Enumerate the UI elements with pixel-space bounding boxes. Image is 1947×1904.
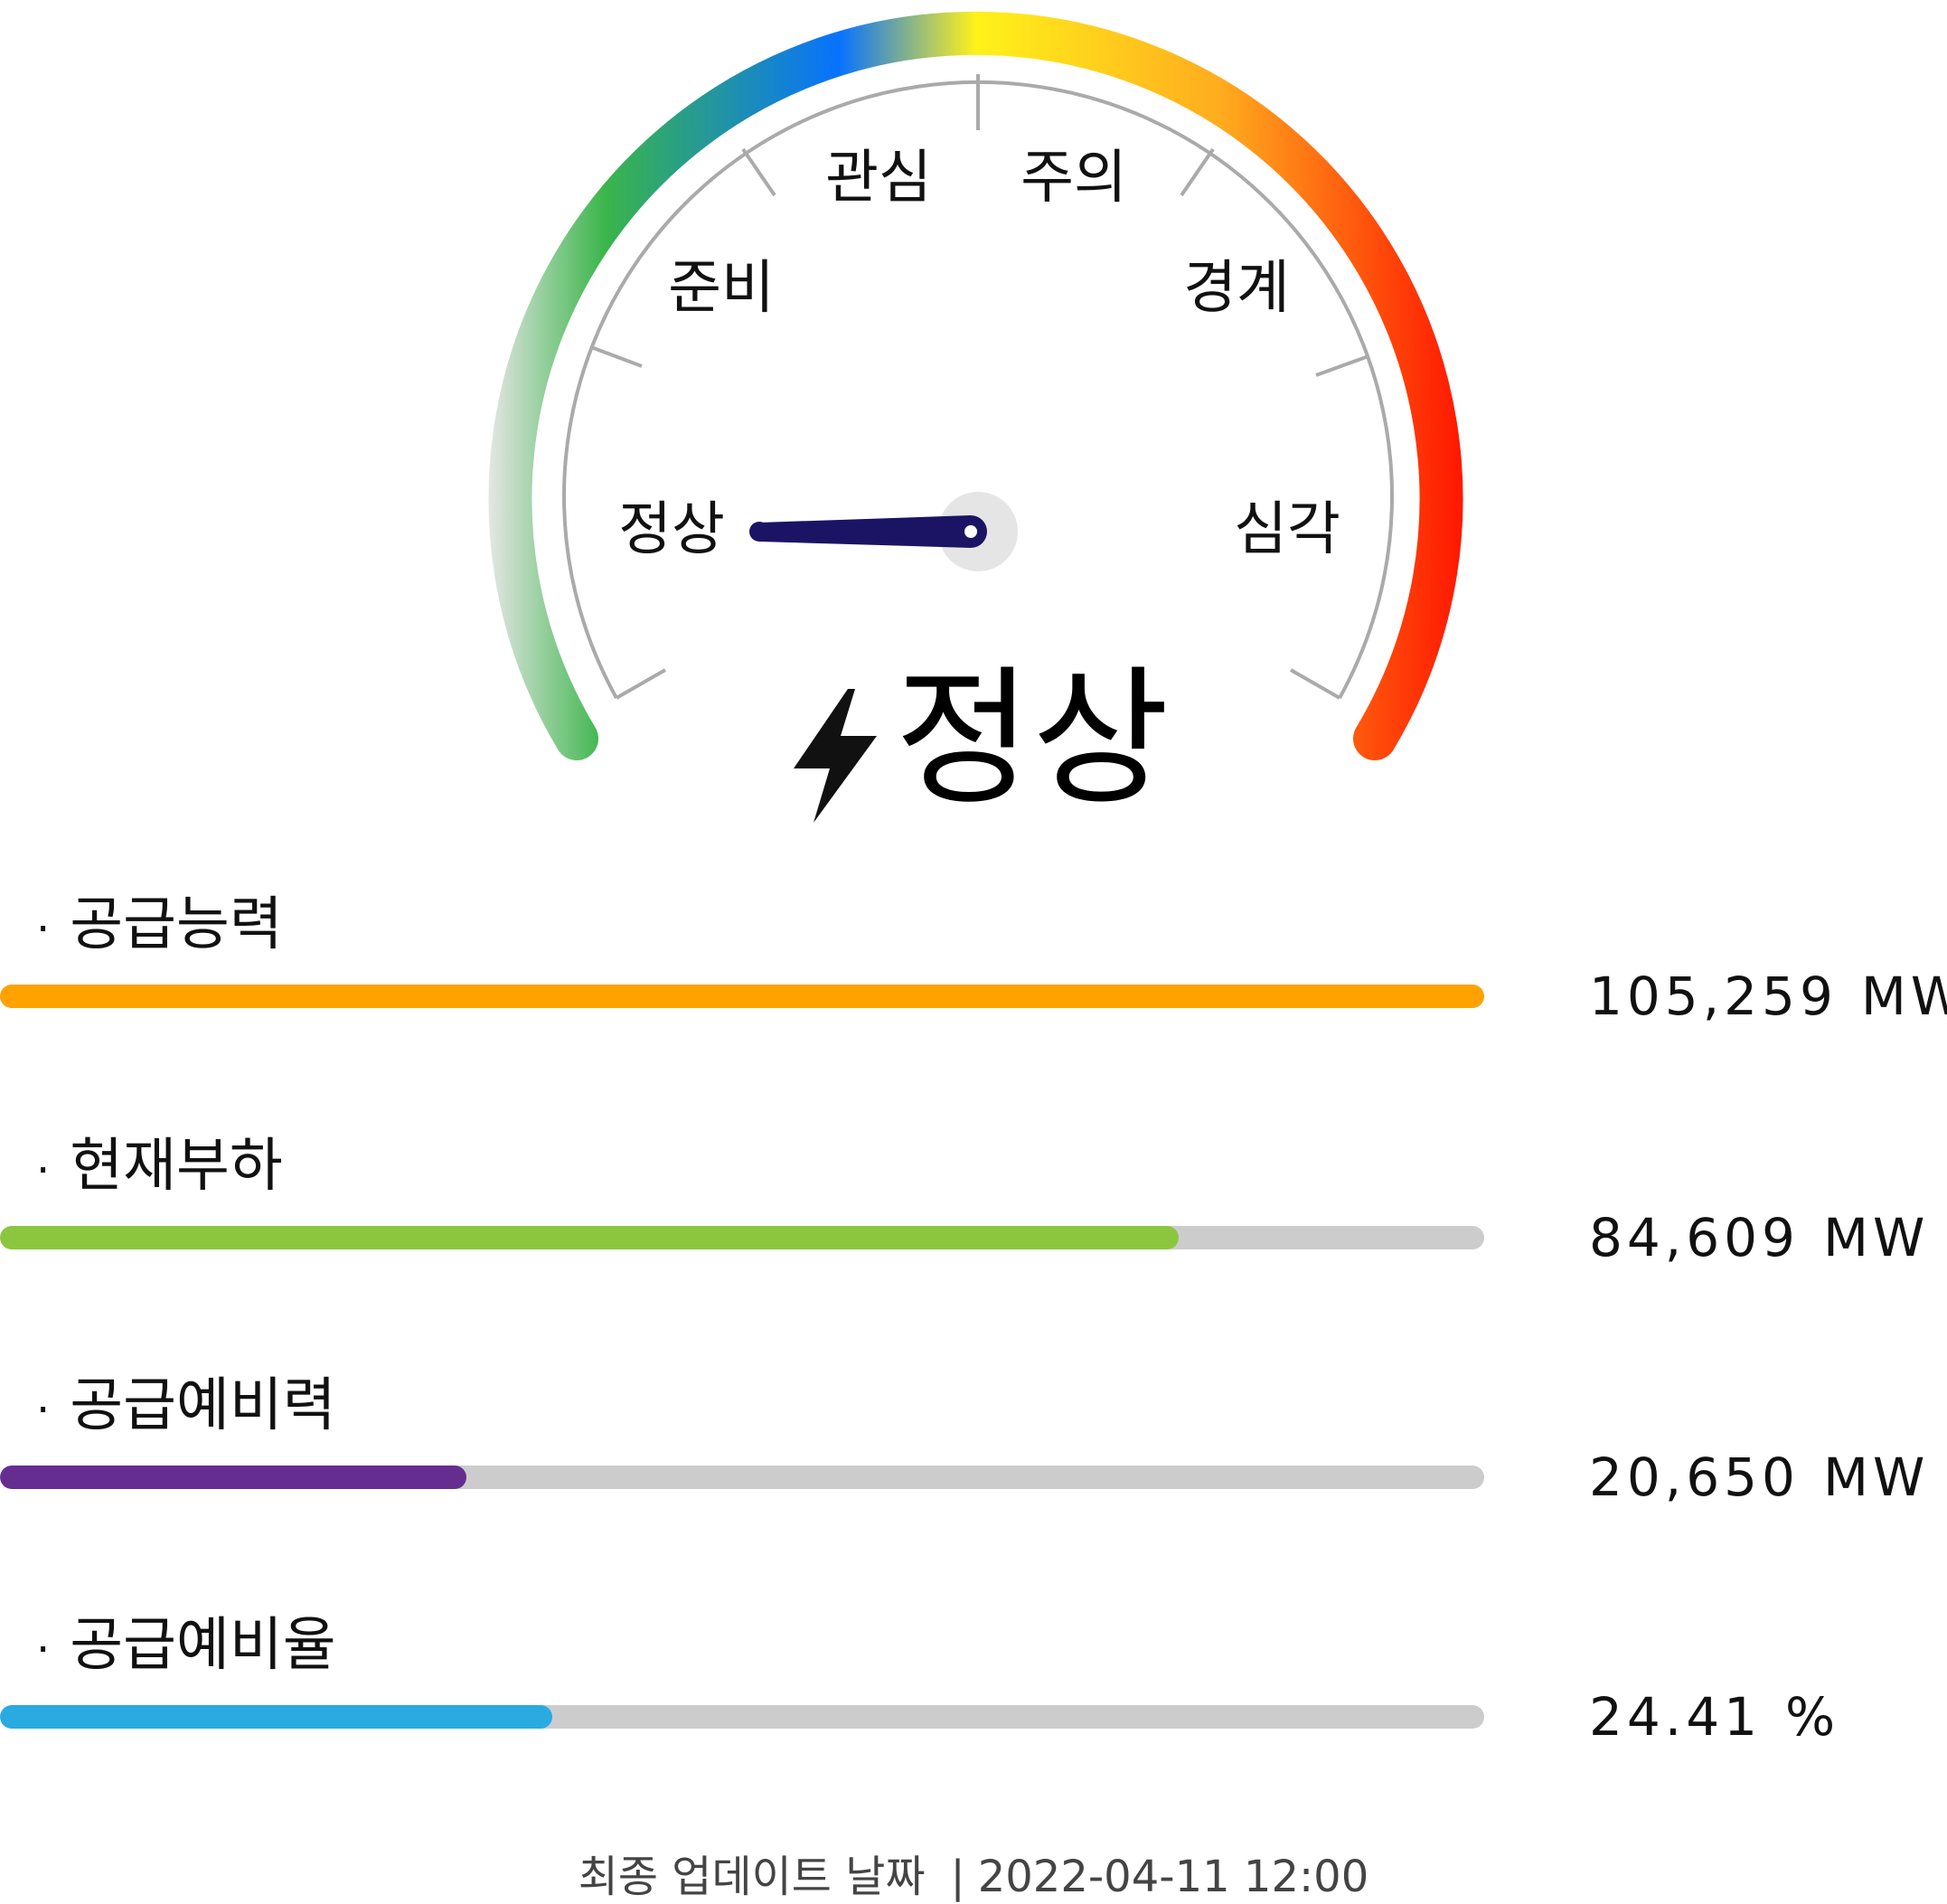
metric-supply-capacity: · 공급능력 105,259 MW (0, 884, 1947, 1083)
gauge-tick (616, 668, 666, 700)
metric-value: 84,609 MW (1589, 1202, 1929, 1274)
bullet-dot: · (36, 1385, 51, 1436)
metric-reserve-rate: · 공급예비율 24.41% (0, 1605, 1947, 1804)
lightning-bolt-icon (794, 689, 877, 823)
metric-unit: % (1785, 1686, 1840, 1748)
metric-label: · 공급예비력 (36, 1365, 336, 1447)
progress-bar-track (0, 1705, 1484, 1729)
bullet-dot: · (36, 1625, 51, 1675)
metric-current-load: · 현재부하 84,609 MW (0, 1126, 1947, 1324)
gauge-needle-tip (749, 522, 769, 542)
progress-bar-track (0, 1226, 1484, 1249)
gauge-tick (1180, 147, 1215, 197)
progress-bar-fill (0, 1705, 552, 1729)
metric-label-text: 공급능력 (70, 891, 283, 958)
gauge-label-normal: 정상 (618, 496, 725, 563)
progress-bar-fill (0, 985, 1484, 1008)
metric-supply-reserve: · 공급예비력 20,650 MW (0, 1365, 1947, 1564)
last-updated-datetime: 2022-04-11 12:00 (977, 1852, 1369, 1902)
metric-number: 84,609 (1589, 1207, 1800, 1268)
gauge-label-alert: 경계 (1183, 255, 1290, 322)
metric-unit: MW (1822, 1447, 1930, 1508)
metric-label-text: 현재부하 (70, 1133, 283, 1200)
bullet-dot: · (36, 1145, 51, 1196)
gauge-color-arc (488, 11, 1463, 760)
gauge-needle (759, 515, 971, 548)
metric-label: · 공급예비율 (36, 1605, 336, 1686)
gauge-needle-pin (964, 525, 977, 538)
metric-label-text: 공급예비력 (70, 1372, 336, 1439)
footer-separator: | (950, 1852, 965, 1902)
gauge-inner-arc (562, 80, 1394, 699)
progress-bar-fill (0, 1226, 1179, 1249)
gauge-tick (1315, 354, 1369, 377)
gauge-label-caution: 주의 (1021, 145, 1127, 212)
metric-value: 105,259 MW (1589, 960, 1947, 1032)
gauge-label-prepare: 준비 (668, 255, 775, 322)
metric-number: 105,259 (1589, 966, 1838, 1027)
metric-unit: MW (1860, 966, 1947, 1027)
gauge-tick (590, 345, 643, 368)
current-status-text: 정상 (895, 652, 1170, 825)
metric-number: 20,650 (1589, 1447, 1800, 1508)
metric-value: 24.41% (1589, 1681, 1839, 1753)
metric-unit: MW (1822, 1207, 1930, 1268)
metric-label: · 현재부하 (36, 1126, 283, 1207)
progress-bar-fill (0, 1466, 466, 1489)
bullet-dot: · (36, 904, 51, 955)
metric-number: 24.41 (1589, 1686, 1763, 1748)
metric-value: 20,650 MW (1589, 1441, 1929, 1513)
gauge-label-serious: 심각 (1234, 496, 1340, 563)
last-updated-footer: 최종 업데이트 날짜 | 2022-04-11 12:00 (0, 1850, 1947, 1904)
gauge-tick (1290, 668, 1340, 700)
metric-label: · 공급능력 (36, 884, 283, 966)
gauge-tick (741, 147, 776, 197)
progress-bar-track (0, 1466, 1484, 1489)
gauge-label-attention: 관심 (825, 145, 932, 212)
metric-label-text: 공급예비율 (70, 1612, 336, 1679)
progress-bar-track (0, 985, 1484, 1008)
last-updated-label: 최종 업데이트 날짜 (578, 1852, 926, 1902)
gauge-ticks (590, 74, 1369, 700)
